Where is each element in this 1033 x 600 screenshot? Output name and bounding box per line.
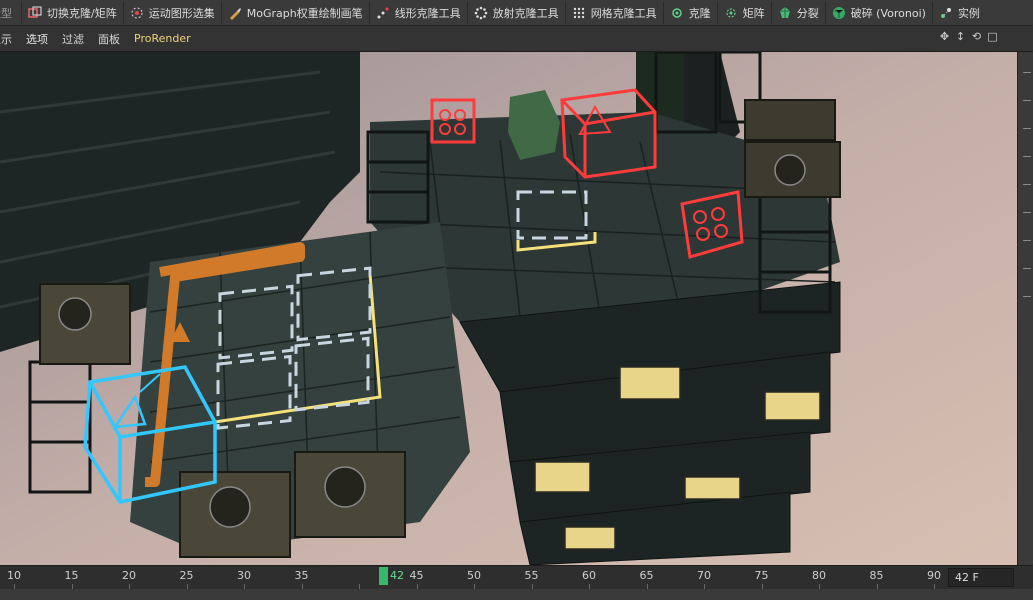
move-view-icon[interactable]: ✥ <box>938 30 951 43</box>
radial-clone-icon <box>474 6 488 20</box>
timeline-tick-label: 30 <box>237 569 251 582</box>
cloner-icon <box>670 6 684 20</box>
toolbar-item-label: MoGraph权重绘制画笔 <box>246 6 363 20</box>
panel-divider <box>1023 240 1031 241</box>
menu-panel[interactable]: 面板 <box>91 31 127 47</box>
timeline-tick-label: 35 <box>294 569 309 582</box>
toolbar-item-label: 放射克隆工具 <box>492 6 559 20</box>
maximize-view-icon[interactable]: □ <box>986 30 999 43</box>
3d-viewport[interactable] <box>0 52 1017 565</box>
mograph-selection-icon <box>130 6 144 20</box>
timeline-tick-label: 65 <box>639 569 654 582</box>
viewport-menubar: 显示 选项 过滤 面板 ProRender <box>0 26 1033 52</box>
timeline-tick-label: 80 <box>812 569 826 582</box>
panel-divider <box>1023 268 1031 269</box>
instance-icon <box>939 6 953 20</box>
toolbar-item-grid-clone[interactable]: 网格克隆工具 <box>566 1 664 24</box>
toolbar-item-fracture[interactable]: 分裂 <box>772 1 826 24</box>
voronoi-fracture-icon <box>832 6 846 20</box>
toolbar-item-label: 克隆 <box>688 6 711 20</box>
toolbar-item-linear-clone[interactable]: 线形克隆工具 <box>370 1 468 24</box>
panel-divider <box>1023 296 1031 297</box>
viewport-render <box>0 52 1017 565</box>
timeline-tick-label: 85 <box>869 569 884 582</box>
rotate-view-icon[interactable]: ⟲ <box>970 30 983 43</box>
panel-divider <box>1023 100 1031 101</box>
toolbar-item-label: 切换克隆/矩阵 <box>47 6 117 20</box>
current-frame-label: 42 <box>390 569 404 582</box>
linear-clone-icon <box>376 6 390 20</box>
toolbar-item-label: 网格克隆工具 <box>590 6 657 20</box>
menu-prorender[interactable]: ProRender <box>127 32 198 45</box>
toolbar-item-weight-paint[interactable]: MoGraph权重绘制画笔 <box>222 1 370 24</box>
panel-divider <box>1023 184 1031 185</box>
timeline-playhead[interactable] <box>379 567 388 585</box>
weight-paint-brush-icon <box>228 6 242 20</box>
timeline-tick-label: 45 <box>409 569 424 582</box>
toolbar-item-label: 分裂 <box>796 6 819 20</box>
timeline-tick-label: 20 <box>122 569 136 582</box>
panel-divider <box>1023 212 1031 213</box>
panel-divider <box>1023 72 1031 73</box>
grid-clone-icon <box>572 6 586 20</box>
timeline-tick-label: 10 <box>7 569 21 582</box>
toolbar-item-matrix[interactable]: 矩阵 <box>718 1 772 24</box>
transport-bar <box>0 589 1033 600</box>
timeline-tick-label: 70 <box>697 569 711 582</box>
toolbar-item-label: 矩阵 <box>742 6 765 20</box>
timeline-tick-label: 25 <box>179 569 194 582</box>
toolbar-item-label: 实例 <box>957 6 980 20</box>
timeline-tick-label: 50 <box>467 569 481 582</box>
toolbar-item-mograph-selection[interactable]: 运动图形选集 <box>124 1 222 24</box>
menu-display[interactable]: 显示 <box>0 31 19 47</box>
toolbar-item-instance[interactable]: 实例 <box>933 2 986 24</box>
timeline-tick-label: 55 <box>524 569 539 582</box>
timeline-tick-label: 90 <box>927 569 941 582</box>
toolbar-item-label: 破碎 (Voronoi) <box>850 6 926 20</box>
clone-toggle-icon <box>28 5 42 20</box>
matrix-icon <box>724 6 738 20</box>
menu-filter[interactable]: 过滤 <box>55 31 91 47</box>
fracture-icon <box>778 6 792 20</box>
toolbar-item-radial-clone[interactable]: 放射克隆工具 <box>468 1 566 24</box>
panel-divider <box>1023 128 1031 129</box>
toolbar-item-subdivision[interactable]: 造型 <box>0 1 22 24</box>
toolbar-item-voronoi[interactable]: 破碎 (Voronoi) <box>826 1 933 24</box>
timeline-tick-label: 60 <box>582 569 596 582</box>
frame-field[interactable]: 42 F <box>948 568 1014 587</box>
toolbar-item-label: 造型 <box>0 6 12 20</box>
viewport-nav-icons: ✥ ↕ ⟲ □ <box>938 30 999 43</box>
toolbar-item-cloner[interactable]: 克隆 <box>664 1 718 24</box>
timeline-tick-label: 15 <box>64 569 79 582</box>
menu-options[interactable]: 选项 <box>19 31 55 47</box>
mograph-toolbar: 造型 切换克隆/矩阵 运动图形选集 MoGraph权重绘制画笔 线形克隆工具 放… <box>0 0 1033 26</box>
toolbar-item-label: 线形克隆工具 <box>394 6 461 20</box>
toolbar-item-label: 运动图形选集 <box>148 6 215 20</box>
right-attribute-strip <box>1017 52 1033 565</box>
timeline-tick-label: 75 <box>754 569 769 582</box>
timeline-ruler[interactable]: 42 10 15 20 25 30 35 45 50 55 60 65 70 75 80 85 90 <box>0 565 1033 589</box>
toolbar-item-clone-toggle[interactable]: 切换克隆/矩阵 <box>22 1 124 24</box>
dolly-view-icon[interactable]: ↕ <box>954 30 967 43</box>
panel-divider <box>1023 156 1031 157</box>
